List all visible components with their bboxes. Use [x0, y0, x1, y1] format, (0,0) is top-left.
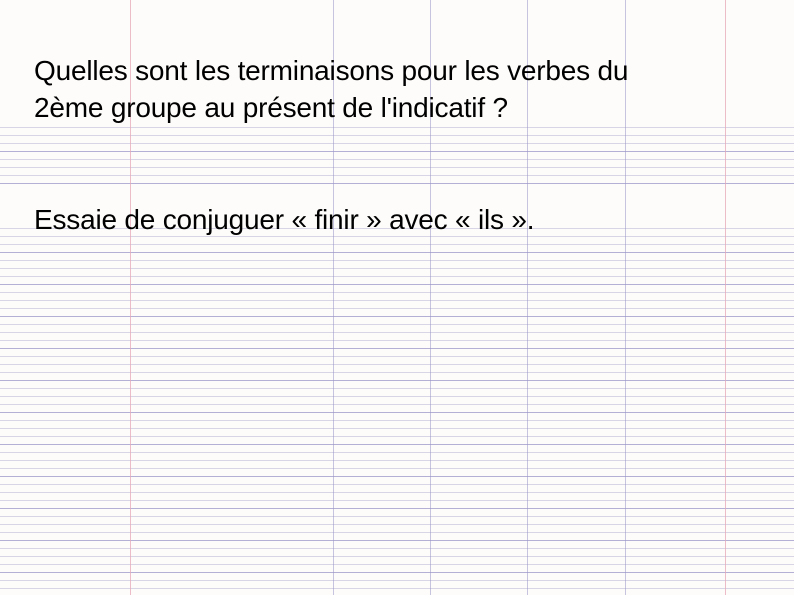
question-1: Quelles sont les terminaisons pour les v…: [34, 52, 764, 126]
question-1-line-2: 2ème groupe au présent de l'indicatif ?: [34, 92, 508, 123]
question-2-text: Essaie de conjuguer « finir » avec « ils…: [34, 204, 534, 235]
question-1-line-1: Quelles sont les terminaisons pour les v…: [34, 55, 628, 86]
content-area: Quelles sont les terminaisons pour les v…: [0, 0, 794, 238]
question-2: Essaie de conjuguer « finir » avec « ils…: [34, 201, 764, 238]
